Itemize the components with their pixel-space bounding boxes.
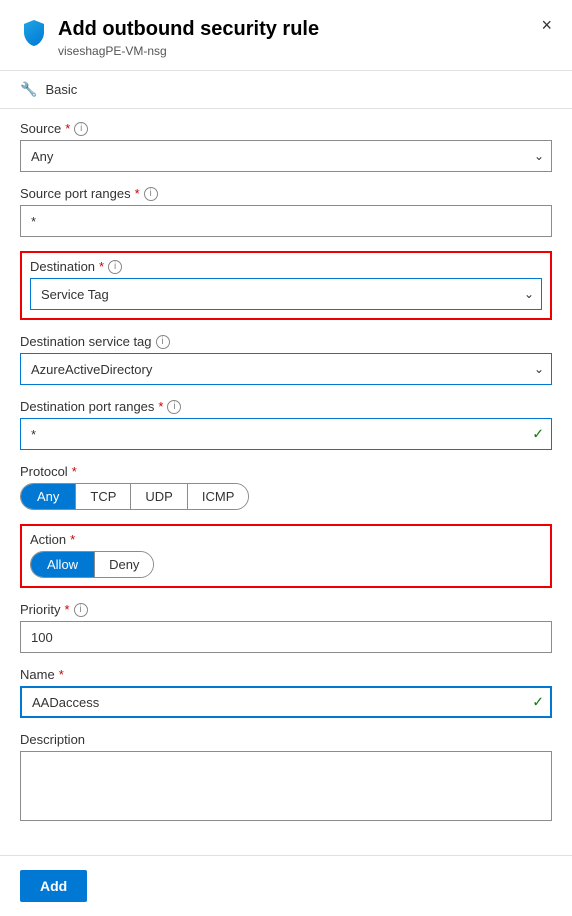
source-port-group: Source port ranges * i [20, 186, 552, 237]
destination-service-tag-group: Destination service tag i AzureActiveDir… [20, 334, 552, 385]
name-input[interactable] [20, 686, 552, 718]
destination-port-label: Destination port ranges * i [20, 399, 552, 414]
source-required: * [65, 121, 70, 136]
source-port-info-icon[interactable]: i [144, 187, 158, 201]
action-allow-button[interactable]: Allow [31, 552, 94, 577]
protocol-udp-button[interactable]: UDP [130, 484, 186, 509]
name-input-wrapper: ✓ [20, 686, 552, 718]
source-info-icon[interactable]: i [74, 122, 88, 136]
description-group: Description [20, 732, 552, 824]
close-button[interactable]: × [541, 16, 552, 34]
destination-port-input[interactable] [20, 418, 552, 450]
footer: Add [0, 855, 572, 916]
wrench-icon: 🔧 [20, 81, 37, 98]
protocol-icmp-button[interactable]: ICMP [187, 484, 249, 509]
priority-required: * [64, 602, 69, 617]
destination-service-tag-select-wrapper: AzureActiveDirectory Internet VirtualNet… [20, 353, 552, 385]
protocol-toggle: Any TCP UDP ICMP [20, 483, 249, 510]
name-label: Name * [20, 667, 552, 682]
destination-select[interactable]: Any IP Addresses Service Tag Application… [30, 278, 542, 310]
priority-info-icon[interactable]: i [74, 603, 88, 617]
action-toggle: Allow Deny [30, 551, 154, 578]
name-group: Name * ✓ [20, 667, 552, 718]
source-select[interactable]: Any IP Addresses Service Tag Application… [20, 140, 552, 172]
destination-port-required: * [158, 399, 163, 414]
source-label: Source * i [20, 121, 552, 136]
destination-group: Destination * i Any IP Addresses Service… [20, 251, 552, 320]
destination-port-check-icon: ✓ [532, 426, 544, 443]
destination-select-wrapper: Any IP Addresses Service Tag Application… [30, 278, 542, 310]
source-group: Source * i Any IP Addresses Service Tag … [20, 121, 552, 172]
header-subtitle: viseshagPE-VM-nsg [58, 44, 319, 58]
source-select-wrapper: Any IP Addresses Service Tag Application… [20, 140, 552, 172]
action-required: * [70, 532, 75, 547]
form-body: Source * i Any IP Addresses Service Tag … [0, 109, 572, 855]
protocol-group: Protocol * Any TCP UDP ICMP [20, 464, 552, 510]
destination-service-tag-select[interactable]: AzureActiveDirectory Internet VirtualNet… [20, 353, 552, 385]
basic-section: 🔧 Basic [0, 71, 572, 109]
protocol-required: * [72, 464, 77, 479]
destination-label: Destination * i [30, 259, 542, 274]
name-required: * [59, 667, 64, 682]
protocol-any-button[interactable]: Any [21, 484, 75, 509]
priority-input[interactable] [20, 621, 552, 653]
basic-label: Basic [45, 82, 77, 97]
source-port-label: Source port ranges * i [20, 186, 552, 201]
priority-group: Priority * i [20, 602, 552, 653]
destination-port-input-wrapper: ✓ [20, 418, 552, 450]
source-port-input[interactable] [20, 205, 552, 237]
protocol-tcp-button[interactable]: TCP [75, 484, 130, 509]
source-port-required: * [135, 186, 140, 201]
shield-icon [20, 18, 48, 46]
protocol-label: Protocol * [20, 464, 552, 479]
panel: Add outbound security rule viseshagPE-VM… [0, 0, 572, 916]
description-label: Description [20, 732, 552, 747]
add-button[interactable]: Add [20, 870, 87, 902]
description-textarea[interactable] [20, 751, 552, 821]
action-label: Action * [30, 532, 542, 547]
header: Add outbound security rule viseshagPE-VM… [0, 0, 572, 71]
page-title: Add outbound security rule [58, 16, 319, 42]
destination-port-group: Destination port ranges * i ✓ [20, 399, 552, 450]
action-group: Action * Allow Deny [20, 524, 552, 588]
action-deny-button[interactable]: Deny [94, 552, 153, 577]
priority-label: Priority * i [20, 602, 552, 617]
destination-port-info-icon[interactable]: i [167, 400, 181, 414]
destination-service-tag-info-icon[interactable]: i [156, 335, 170, 349]
destination-service-tag-label: Destination service tag i [20, 334, 552, 349]
destination-required: * [99, 259, 104, 274]
destination-info-icon[interactable]: i [108, 260, 122, 274]
name-check-icon: ✓ [532, 694, 544, 711]
